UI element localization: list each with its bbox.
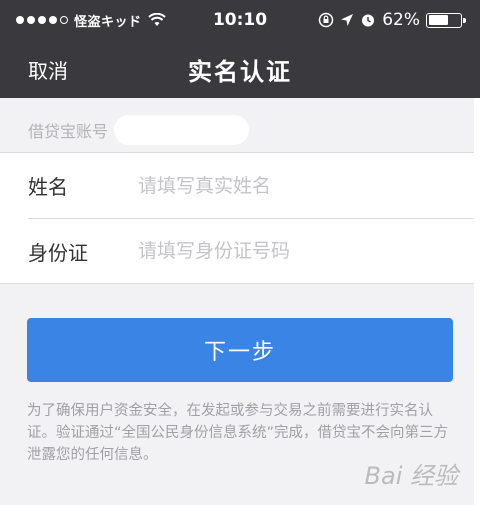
name-label: 姓名 [28, 175, 68, 199]
name-input[interactable] [138, 174, 480, 197]
id-row: 身份证 [28, 218, 480, 283]
account-label: 借贷宝账号 [28, 122, 109, 141]
next-step-button[interactable]: 下一步 [27, 318, 453, 382]
navigation-bar: 取消 实名认证 [0, 40, 480, 98]
id-label: 身份证 [28, 240, 88, 265]
carrier-name: 怪盗キッド [74, 14, 142, 30]
account-value-redacted [114, 115, 250, 145]
status-left: 怪盗キッド [16, 11, 166, 30]
cancel-button[interactable]: 取消 [28, 55, 68, 84]
signal-strength-icon [16, 16, 68, 24]
name-row: 姓名 [0, 153, 480, 218]
page-title: 实名认证 [188, 57, 292, 86]
wifi-icon [147, 13, 166, 26]
id-number-input[interactable] [138, 240, 480, 262]
right-edge [474, 98, 480, 505]
status-time: 10:10 [212, 10, 268, 30]
battery-icon [426, 12, 466, 28]
battery-percent: 62% [382, 10, 420, 30]
screen: 怪盗キッド 10:10 62% 取消 实名认证 借贷宝账号 姓名 请填写真实姓名… [0, 0, 480, 505]
alarm-icon [362, 14, 375, 27]
status-bar: 怪盗キッド 10:10 62% [0, 0, 480, 40]
status-right: 62% [318, 10, 466, 30]
rotation-lock-icon [318, 12, 334, 28]
battery-level [428, 15, 448, 25]
location-icon [341, 14, 354, 26]
account-row: 借贷宝账号 [0, 108, 480, 152]
identity-form: 姓名 身份证 [0, 152, 480, 284]
watermark-logo: Bai 经验 [364, 462, 458, 490]
